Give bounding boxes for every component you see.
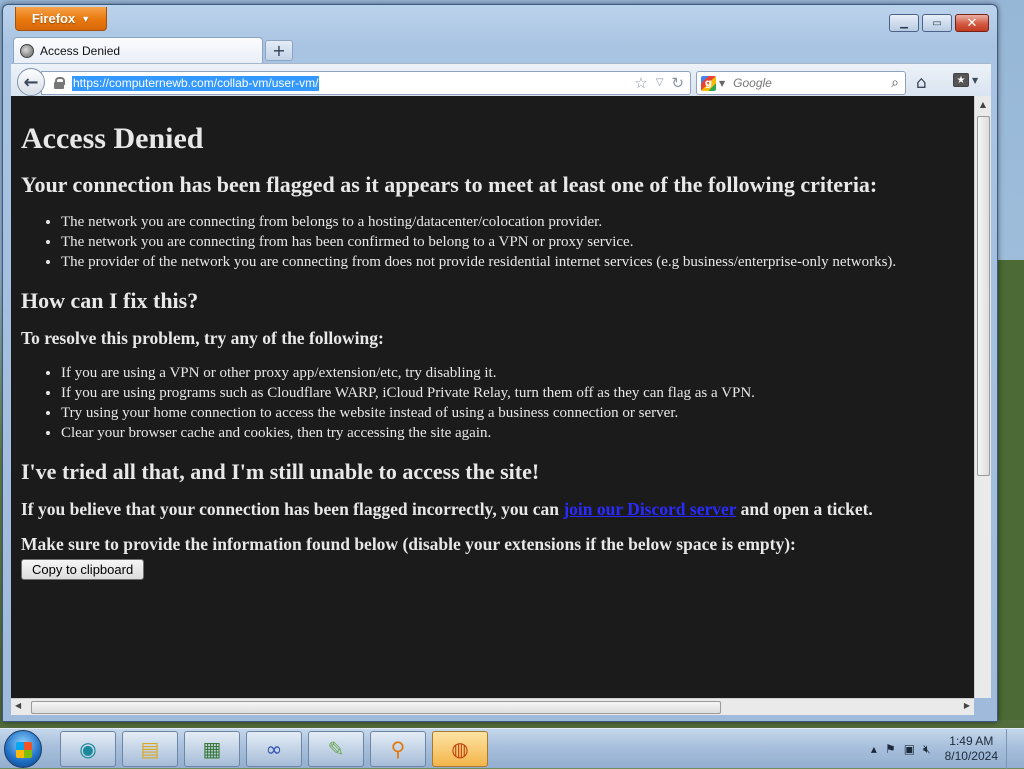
firefox-icon: ◍: [451, 737, 469, 761]
browser-window: Firefox ▼ ▁ ▭ ✕ Access Denied + https://…: [2, 4, 998, 722]
taskbar-media-player[interactable]: ◉: [60, 731, 116, 767]
notepad-icon: ✎: [327, 737, 345, 761]
network-icon: ▦: [202, 737, 222, 761]
resolve-intro: To resolve this problem, try any of the …: [21, 328, 384, 348]
horizontal-scrollbar[interactable]: ◀ ▶: [11, 698, 974, 715]
flagged-suffix: and open a ticket.: [736, 499, 873, 519]
list-item: The network you are connecting from belo…: [61, 212, 964, 232]
copy-to-clipboard-button[interactable]: Copy to clipboard: [21, 559, 145, 580]
chevron-down-icon: ▼: [81, 13, 91, 24]
action-center-flag-icon[interactable]: ⚑: [885, 742, 896, 756]
start-button[interactable]: [4, 730, 42, 768]
taskbar-notepad-plus[interactable]: ✎: [308, 731, 364, 767]
infinity-icon: ∞: [265, 737, 283, 761]
network-tray-icon[interactable]: ▣: [904, 742, 915, 756]
taskbar-explorer[interactable]: ▤: [122, 731, 178, 767]
bookmarks-icon: ★: [953, 73, 969, 87]
scroll-right-icon[interactable]: ▶: [964, 701, 970, 710]
taskbar-firefox[interactable]: ◍: [432, 731, 488, 767]
show-hidden-icons-icon[interactable]: ▴: [871, 742, 877, 756]
folder-icon: ▤: [140, 737, 160, 761]
back-button[interactable]: ←: [17, 68, 45, 96]
discord-link[interactable]: join our Discord server: [563, 499, 736, 519]
taskbar-network-app[interactable]: ▦: [184, 731, 240, 767]
minimize-icon: ▁: [900, 17, 908, 29]
criteria-heading: Your connection has been flagged as it a…: [21, 172, 878, 197]
chevron-down-icon[interactable]: ▼: [719, 79, 725, 88]
chevron-down-icon: ▼: [972, 75, 979, 85]
search-icon[interactable]: ⌕: [891, 75, 899, 91]
taskbar-search-app[interactable]: ⚲: [370, 731, 426, 767]
clock-date: 8/10/2024: [944, 749, 998, 763]
search-input[interactable]: Google: [733, 76, 891, 90]
url-bar[interactable]: https://computernewb.com/collab-vm/user-…: [41, 71, 691, 95]
history-dropdown-icon[interactable]: ▽: [656, 74, 664, 92]
reload-icon[interactable]: ↻: [671, 74, 684, 92]
clock-time: 1:49 AM: [949, 734, 994, 748]
show-desktop-button[interactable]: [1006, 729, 1016, 769]
firefox-menu-label: Firefox: [31, 11, 76, 26]
page-content: Access Denied Your connection has been f…: [11, 96, 974, 698]
bookmarks-menu-button[interactable]: ★ ▼: [953, 73, 978, 87]
list-item: Clear your browser cache and cookies, th…: [61, 423, 964, 443]
scroll-up-icon[interactable]: ▲: [975, 96, 991, 113]
clock[interactable]: 1:49 AM 8/10/2024: [945, 734, 998, 764]
plus-icon: +: [272, 41, 286, 60]
volume-muted-icon[interactable]: 🔇︎: [923, 742, 931, 757]
tab-title: Access Denied: [40, 43, 121, 58]
magnifier-icon: ⚲: [390, 737, 406, 761]
url-text[interactable]: https://computernewb.com/collab-vm/user-…: [72, 75, 320, 91]
flagged-prefix: If you believe that your connection has …: [21, 499, 564, 519]
page-title: Access Denied: [21, 122, 204, 155]
search-bar[interactable]: g ▼ Google ⌕: [696, 71, 906, 95]
lock-icon: [54, 77, 65, 89]
back-arrow-icon: ←: [23, 71, 39, 93]
new-tab-button[interactable]: +: [265, 40, 293, 61]
home-icon[interactable]: ⌂: [916, 73, 927, 93]
fix-heading: How can I fix this?: [21, 288, 199, 313]
scroll-left-icon[interactable]: ◀: [15, 701, 21, 710]
horizontal-scroll-thumb[interactable]: [31, 701, 721, 714]
close-button[interactable]: ✕: [955, 14, 989, 32]
provide-info-text: Make sure to provide the information fou…: [21, 534, 796, 554]
vertical-scroll-thumb[interactable]: [977, 116, 990, 476]
list-item: The network you are connecting from has …: [61, 232, 964, 252]
bookmark-star-icon[interactable]: ☆: [634, 74, 647, 92]
navigation-bar: https://computernewb.com/collab-vm/user-…: [11, 63, 991, 99]
criteria-list: The network you are connecting from belo…: [21, 212, 964, 272]
favicon-icon: [20, 43, 34, 58]
vertical-scrollbar[interactable]: ▲: [974, 96, 991, 698]
google-icon[interactable]: g: [701, 75, 716, 91]
maximize-icon: ▭: [932, 17, 942, 29]
still-unable-heading: I've tried all that, and I'm still unabl…: [21, 459, 540, 484]
list-item: If you are using programs such as Cloudf…: [61, 383, 964, 403]
flagged-paragraph: If you believe that your connection has …: [21, 499, 964, 520]
maximize-button[interactable]: ▭: [922, 14, 952, 32]
fixes-list: If you are using a VPN or other proxy ap…: [21, 363, 964, 443]
close-icon: ✕: [966, 15, 978, 31]
firefox-menu-button[interactable]: Firefox ▼: [15, 7, 107, 31]
tab-access-denied[interactable]: Access Denied: [13, 37, 263, 63]
media-player-icon: ◉: [79, 737, 97, 761]
taskbar-infinity-app[interactable]: ∞: [246, 731, 302, 767]
window-controls: ▁ ▭ ✕: [889, 14, 989, 32]
list-item: If you are using a VPN or other proxy ap…: [61, 363, 964, 383]
url-bar-actions: ☆ ▽ ↻: [634, 74, 684, 92]
minimize-button[interactable]: ▁: [889, 14, 919, 32]
list-item: The provider of the network you are conn…: [61, 252, 964, 272]
taskbar: ◉ ▤ ▦ ∞ ✎ ⚲ ◍ ▴ ⚑ ▣ 🔇︎ 1:49 AM 8/10/2024: [0, 728, 1024, 769]
desktop-scenery: [998, 260, 1024, 720]
system-tray: ▴ ⚑ ▣ 🔇︎ 1:49 AM 8/10/2024: [871, 729, 1016, 769]
list-item: Try using your home connection to access…: [61, 403, 964, 423]
